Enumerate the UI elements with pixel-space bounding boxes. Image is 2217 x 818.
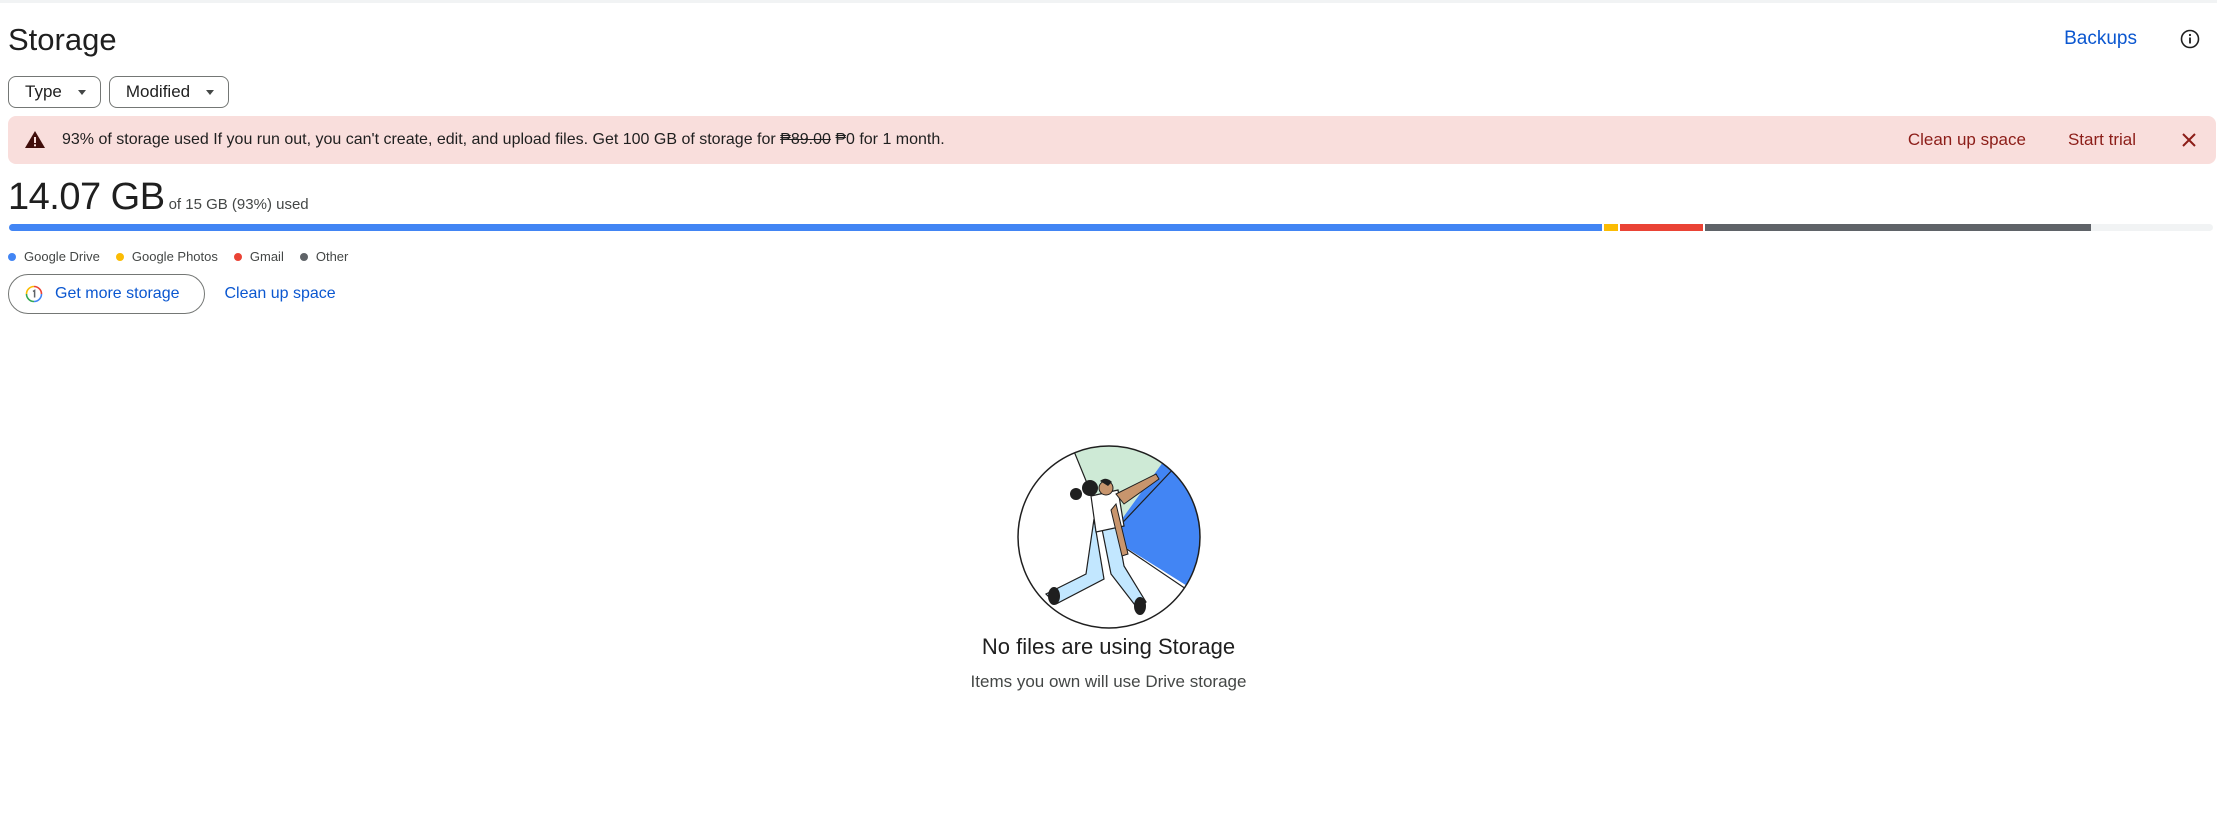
modified-filter-label: Modified	[125, 82, 191, 101]
get-more-storage-label: Get more storage	[55, 285, 180, 302]
legend-item-google-photos: Google Photos	[115, 249, 218, 264]
close-icon[interactable]	[2178, 129, 2200, 151]
person-pushing-pie-illustration	[1016, 445, 1201, 629]
usage-of-total: of 15 GB (93%) used	[168, 196, 309, 213]
backups-link[interactable]: Backups	[2064, 28, 2137, 50]
banner-clean-up-button[interactable]: Clean up space	[1908, 130, 2026, 150]
usage-amount: 14.07 GB	[8, 176, 165, 218]
banner-message: 93% of storage used If you run out, you …	[62, 131, 945, 149]
usage-legend: Google Drive Google Photos Gmail Other	[8, 249, 348, 264]
legend-label: Google Drive	[24, 249, 100, 264]
warning-icon	[25, 131, 45, 148]
filter-chips: Type Modified	[8, 76, 230, 108]
storage-warning-banner: 93% of storage used If you run out, you …	[8, 116, 2216, 164]
clean-up-space-button[interactable]: Clean up space	[225, 285, 336, 303]
empty-state-title: No files are using Storage	[981, 634, 1236, 659]
storage-usage-bar	[9, 224, 2213, 231]
legend-item-other: Other	[299, 249, 349, 264]
top-divider	[0, 0, 2217, 3]
legend-label: Google Photos	[131, 249, 218, 264]
banner-actions: Clean up space Start trial	[1908, 129, 2200, 151]
storage-actions: Get more storage Clean up space	[8, 274, 336, 314]
banner-old-price: ₱89.00	[780, 131, 831, 148]
legend-item-google-drive: Google Drive	[8, 249, 100, 264]
legend-item-gmail: Gmail	[233, 249, 284, 264]
banner-new-price: ₱0 for 1 month.	[830, 131, 945, 148]
modified-filter-chip[interactable]: Modified	[108, 76, 230, 108]
empty-state-subtitle: Items you own will use Drive storage	[970, 672, 1247, 691]
usage-bar-segment-gmail	[1617, 224, 1704, 231]
page-title: Storage	[8, 22, 117, 57]
start-trial-button[interactable]: Start trial	[2068, 130, 2136, 150]
legend-dot	[115, 252, 124, 261]
usage-bar-segment-google-drive	[9, 224, 1603, 231]
caret-down-icon	[206, 89, 215, 95]
storage-usage: 14.07 GB of 15 GB (93%) used	[8, 176, 309, 219]
legend-label: Gmail	[249, 249, 284, 264]
get-more-storage-button[interactable]: Get more storage	[8, 274, 205, 314]
banner-text: If you run out, you can't create, edit, …	[208, 131, 781, 148]
usage-bar-segment-other	[1703, 224, 2092, 231]
info-icon[interactable]	[2175, 24, 2205, 54]
caret-down-icon	[77, 89, 86, 95]
type-filter-label: Type	[25, 82, 62, 101]
usage-bar-segment-google-photos	[1602, 224, 1618, 231]
legend-dot	[233, 252, 242, 261]
header-actions: Backups	[2064, 24, 2205, 54]
legend-dot	[299, 252, 308, 261]
legend-dot	[8, 252, 16, 261]
banner-bold-text: 93% of storage used	[62, 131, 209, 148]
empty-state: No files are using Storage Items you own…	[0, 444, 2217, 692]
type-filter-chip[interactable]: Type	[8, 76, 101, 108]
legend-label: Other	[315, 249, 349, 264]
google-one-icon	[25, 285, 43, 303]
